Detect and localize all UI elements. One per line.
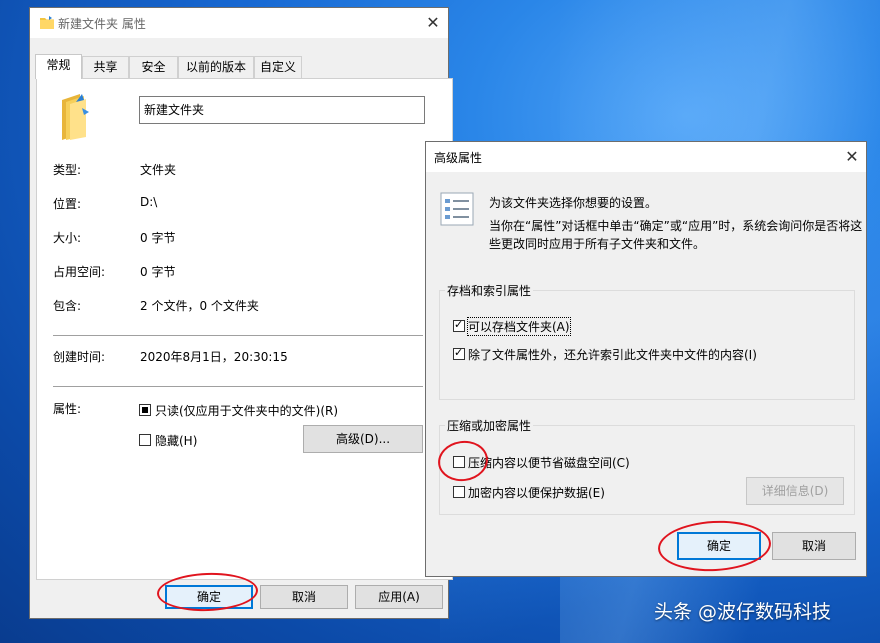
- properties-window: 新建文件夹 属性 ✕ 常规 共享 安全 以前的版本 自定义 新建文件夹 类型: …: [29, 7, 453, 619]
- tab-sharing[interactable]: 共享: [82, 56, 129, 78]
- archive-index-group-title: 存档和索引属性: [445, 282, 534, 299]
- apply-button[interactable]: 应用(A): [355, 585, 443, 609]
- folder-name-input[interactable]: 新建文件夹: [139, 96, 425, 124]
- readonly-checkbox[interactable]: [139, 404, 151, 416]
- encrypt-checkbox[interactable]: [453, 486, 465, 498]
- title-bar[interactable]: 新建文件夹 属性 ✕: [30, 8, 448, 38]
- contains-value: 2 个文件，0 个文件夹: [140, 299, 259, 313]
- watermark: 头条 @波仔数码科技: [654, 601, 832, 623]
- window-title: 新建文件夹 属性: [58, 17, 146, 31]
- general-panel: 新建文件夹 类型: 文件夹 位置: D:\ 大小: 0 字节 占用空间: 0 字…: [36, 78, 453, 580]
- close-icon[interactable]: ✕: [841, 146, 863, 168]
- ok-button[interactable]: 确定: [165, 585, 253, 609]
- tab-general[interactable]: 常规: [35, 54, 82, 79]
- advanced-button[interactable]: 高级(D)...: [303, 425, 423, 453]
- tab-previous-versions[interactable]: 以前的版本: [178, 56, 254, 78]
- folder-small-icon: [40, 16, 54, 32]
- compress-checkbox[interactable]: [453, 456, 465, 468]
- archive-label[interactable]: 可以存档文件夹(A): [467, 317, 571, 336]
- description-line: 为该文件夹选择你想要的设置。: [489, 196, 658, 210]
- created-label: 创建时间:: [53, 350, 106, 364]
- readonly-label[interactable]: 只读(仅应用于文件夹中的文件)(R): [155, 402, 338, 419]
- hidden-checkbox[interactable]: [139, 434, 151, 446]
- tab-customize[interactable]: 自定义: [254, 56, 302, 78]
- compress-encrypt-group-title: 压缩或加密属性: [445, 417, 534, 434]
- window-title: 高级属性: [434, 151, 483, 165]
- ok-button[interactable]: 确定: [677, 532, 761, 560]
- cancel-button[interactable]: 取消: [260, 585, 348, 609]
- size-label: 大小:: [53, 231, 82, 245]
- divider: [53, 386, 423, 387]
- size-on-disk-value: 0 字节: [140, 265, 176, 279]
- contains-label: 包含:: [53, 299, 82, 313]
- index-checkbox[interactable]: [453, 346, 465, 360]
- type-label: 类型:: [53, 163, 82, 177]
- tab-security[interactable]: 安全: [129, 56, 178, 78]
- location-value: D:\: [140, 195, 158, 209]
- hidden-label[interactable]: 隐藏(H): [155, 432, 197, 449]
- settings-list-icon: [440, 192, 474, 229]
- size-on-disk-label: 占用空间:: [53, 265, 106, 279]
- divider: [53, 335, 423, 336]
- compress-label[interactable]: 压缩内容以便节省磁盘空间(C): [468, 454, 630, 471]
- description-line: 些更改同时应用于所有子文件夹和文件。: [489, 237, 706, 251]
- created-value: 2020年8月1日，20:30:15: [140, 350, 288, 364]
- index-label[interactable]: 除了文件属性外，还允许索引此文件夹中文件的内容(I): [468, 346, 757, 363]
- attributes-label: 属性:: [53, 402, 82, 416]
- folder-icon: [58, 90, 98, 143]
- title-bar[interactable]: 高级属性 ✕: [426, 142, 866, 172]
- archive-checkbox[interactable]: [453, 318, 465, 332]
- encrypt-label[interactable]: 加密内容以便保护数据(E): [468, 484, 605, 501]
- close-icon[interactable]: ✕: [422, 12, 444, 34]
- location-label: 位置:: [53, 197, 82, 211]
- archive-index-group: [439, 290, 855, 400]
- cancel-button[interactable]: 取消: [772, 532, 856, 560]
- advanced-attributes-window: 高级属性 ✕ 为该文件夹选择你想要的设置。 当你在“属性”对话框中单击“确定”或…: [425, 141, 867, 577]
- size-value: 0 字节: [140, 231, 176, 245]
- details-button[interactable]: 详细信息(D): [746, 477, 844, 505]
- type-value: 文件夹: [140, 163, 177, 177]
- description-line: 当你在“属性”对话框中单击“确定”或“应用”时，系统会询问你是否将这: [489, 219, 863, 233]
